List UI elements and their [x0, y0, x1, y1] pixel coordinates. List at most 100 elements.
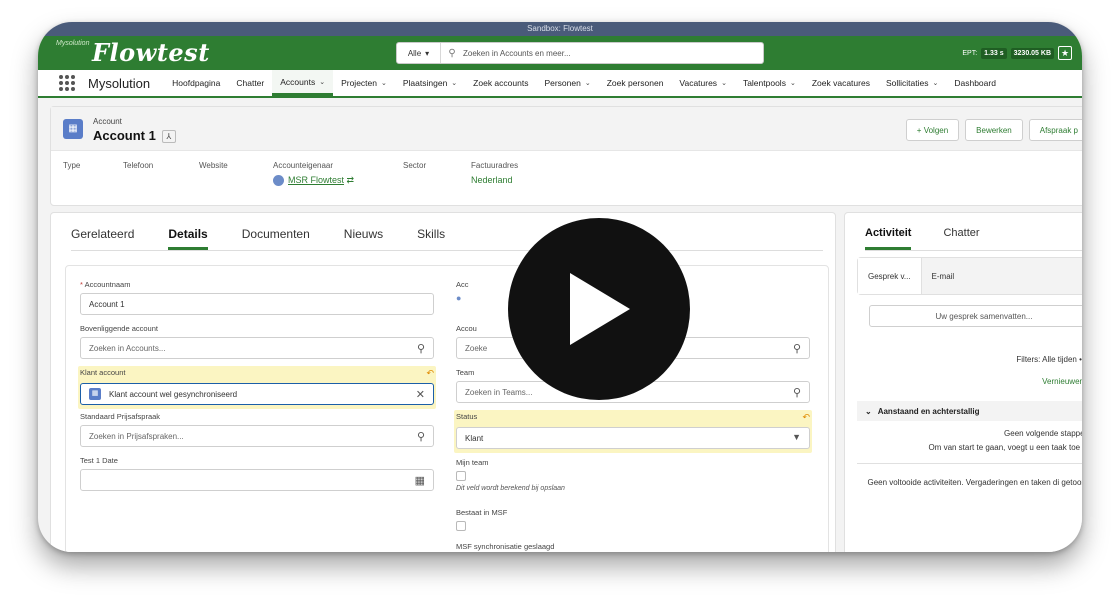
nav-item-accounts[interactable]: Accounts ⌄	[272, 70, 334, 96]
clear-icon[interactable]: ✕	[416, 388, 425, 401]
search-icon: ⚲	[792, 343, 801, 355]
activity-panel: Activiteit Chatter Gesprek v... E-mail U…	[844, 212, 1082, 552]
field-billing: Factuuradres Nederland	[471, 161, 519, 185]
search-icon: ⚲	[416, 343, 425, 355]
ept-indicator: EPT: 1.33 s 3230.05 KB ★	[962, 46, 1072, 60]
subtab-email[interactable]: E-mail	[922, 258, 965, 294]
call-summary-input[interactable]: Uw gesprek samenvatten...	[869, 305, 1082, 327]
user-avatar-icon	[273, 175, 284, 187]
activity-filters[interactable]: Filters: Alle tijden • A	[1016, 355, 1082, 364]
account-object-icon: ▦	[63, 119, 83, 139]
upcoming-section[interactable]: ⌄ Aanstaand en achterstallig	[857, 401, 1082, 421]
tab-activiteit[interactable]: Activiteit	[865, 227, 912, 250]
appointment-button[interactable]: Afspraak p	[1028, 119, 1082, 141]
nav-item-sollicitaties[interactable]: Sollicitaties ⌄	[878, 70, 946, 96]
favorites-star-icon[interactable]: ★	[1058, 46, 1072, 60]
bestaat-checkbox[interactable]	[456, 521, 466, 531]
nav-item-hoofdpagina[interactable]: Hoofdpagina	[164, 70, 228, 96]
divider	[857, 463, 1082, 464]
mijn-team-note: Dit veld wordt berekend bij opslaan	[456, 485, 565, 492]
object-label: Account	[93, 117, 122, 126]
undo-icon[interactable]: ↶	[802, 412, 810, 423]
test-date-input[interactable]: ▦	[80, 469, 434, 491]
chevron-down-icon: ▾	[425, 48, 430, 58]
field-phone: Telefoon	[123, 161, 154, 170]
activity-subtabs: Gesprek v... E-mail	[857, 257, 1082, 295]
ept-value: 1.33 s	[981, 47, 1007, 59]
chevron-down-icon: ⌄	[789, 80, 796, 87]
klant-account-lookup[interactable]: ▦ Klant account wel gesynchroniseerd ✕	[80, 383, 434, 405]
app-launcher-icon[interactable]	[58, 74, 76, 92]
owner-link[interactable]: MSR Flowtest	[288, 175, 344, 185]
chevron-down-icon: ▼	[792, 432, 801, 442]
details-panel: Gerelateerd Details Documenten Nieuws Sk…	[50, 212, 836, 552]
chevron-down-icon: ⌄	[721, 80, 727, 87]
msf-sync-group: MSF synchronisatie geslaagd	[456, 542, 555, 551]
account-object-icon: ▦	[89, 388, 101, 400]
no-completed-activities: Geen voltooide activiteiten. Vergadering…	[867, 478, 1082, 487]
mijn-team-group: Mijn team Dit veld wordt berekend bij op…	[456, 458, 810, 492]
change-owner-icon: ⇄	[346, 175, 355, 185]
nav-item-personen[interactable]: Personen ⌄	[536, 70, 598, 96]
logo-small: Mysolution	[56, 40, 90, 47]
chevron-down-icon: ⌄	[584, 80, 591, 87]
search-input[interactable]: Zoeken in Accounts en meer...	[463, 49, 571, 58]
chevron-down-icon: ⌄	[451, 80, 458, 87]
tab-skills[interactable]: Skills	[417, 227, 445, 250]
record-name: Account 1 ⅄	[93, 128, 176, 144]
search-icon: ⚲	[416, 431, 425, 443]
parent-account-group: Bovenliggende account Zoeken in Accounts…	[80, 324, 434, 359]
screenshot-frame: Sandbox: Flowtest Mysolution Flowtest Al…	[38, 22, 1082, 552]
record-header-top: ▦ Account Account 1 ⅄ + Volgen Bewerken A…	[51, 107, 1082, 151]
nav-item-talentpools[interactable]: Talentpools ⌄	[735, 70, 804, 96]
flowtest-logo[interactable]: Flowtest	[92, 38, 210, 67]
nav-item-zoek-accounts[interactable]: Zoek accounts	[465, 70, 536, 96]
field-owner: Accounteigenaar MSR Flowtest ⇄	[273, 161, 355, 187]
status-group: Status ↶ Klant ▼	[454, 410, 812, 453]
nav-item-chatter[interactable]: Chatter	[228, 70, 272, 96]
sandbox-bar: Sandbox: Flowtest	[38, 22, 1082, 36]
follow-button[interactable]: + Volgen	[905, 119, 960, 141]
calendar-icon: ▦	[414, 475, 425, 487]
search-icon: ⚲	[792, 387, 801, 399]
no-next-steps: Geen volgende stappen	[1004, 429, 1082, 438]
global-search[interactable]: Alle ▾ ⚲ Zoeken in Accounts en meer...	[396, 42, 764, 64]
parent-account-lookup[interactable]: Zoeken in Accounts... ⚲	[80, 337, 434, 359]
search-scope-select[interactable]: Alle ▾	[397, 43, 441, 63]
tab-nieuws[interactable]: Nieuws	[344, 227, 383, 250]
record-actions: + Volgen Bewerken Afspraak p	[900, 119, 1082, 141]
record-header: ▦ Account Account 1 ⅄ + Volgen Bewerken A…	[50, 106, 1082, 206]
billing-address-link[interactable]: Nederland	[471, 175, 518, 185]
pricing-lookup[interactable]: Zoeken in Prijsafspraken... ⚲	[80, 425, 434, 447]
tab-details[interactable]: Details	[168, 227, 208, 250]
hierarchy-icon[interactable]: ⅄	[161, 130, 176, 144]
pricing-group: Standaard Prijsafspraak Zoeken in Prijsa…	[80, 412, 434, 447]
edit-button[interactable]: Bewerken	[965, 119, 1023, 141]
nav-item-zoek-vacatures[interactable]: Zoek vacatures	[804, 70, 878, 96]
nav-item-plaatsingen[interactable]: Plaatsingen ⌄	[395, 70, 465, 96]
tab-chatter[interactable]: Chatter	[943, 227, 979, 250]
global-header: Mysolution Flowtest Alle ▾ ⚲ Zoeken in A…	[38, 36, 1082, 70]
bestaat-group: Bestaat in MSF	[456, 508, 810, 531]
activity-tabs: Activiteit Chatter	[865, 227, 1082, 251]
undo-icon[interactable]: ↶	[426, 368, 434, 379]
record-tabs: Gerelateerd Details Documenten Nieuws Sk…	[71, 227, 823, 251]
app-nav-bar: Mysolution Hoofdpagina Chatter Accounts ⌄…	[38, 70, 1082, 98]
tab-gerelateerd[interactable]: Gerelateerd	[71, 227, 134, 250]
refresh-link[interactable]: Vernieuwen •	[1042, 377, 1082, 386]
status-select[interactable]: Klant ▼	[456, 427, 810, 449]
nav-item-vacatures[interactable]: Vacatures ⌄	[671, 70, 735, 96]
accountnaam-input[interactable]: Account 1	[80, 293, 434, 315]
play-icon	[570, 273, 630, 345]
nav-item-dashboard[interactable]: Dashboard	[946, 70, 1004, 96]
tab-documenten[interactable]: Documenten	[242, 227, 310, 250]
nav-item-zoek-personen[interactable]: Zoek personen	[599, 70, 672, 96]
start-hint: Om van start te gaan, voegt u een taak t…	[928, 443, 1082, 452]
subtab-gesprek[interactable]: Gesprek v...	[858, 258, 922, 294]
search-icon: ⚲	[448, 47, 456, 59]
mijn-team-checkbox[interactable]	[456, 471, 466, 481]
nav-item-projecten[interactable]: Projecten ⌄	[333, 70, 395, 96]
video-play-button[interactable]	[508, 218, 690, 400]
chevron-down-icon: ⌄	[319, 78, 326, 86]
accountnaam-group: * Accountnaam Account 1	[80, 280, 434, 315]
